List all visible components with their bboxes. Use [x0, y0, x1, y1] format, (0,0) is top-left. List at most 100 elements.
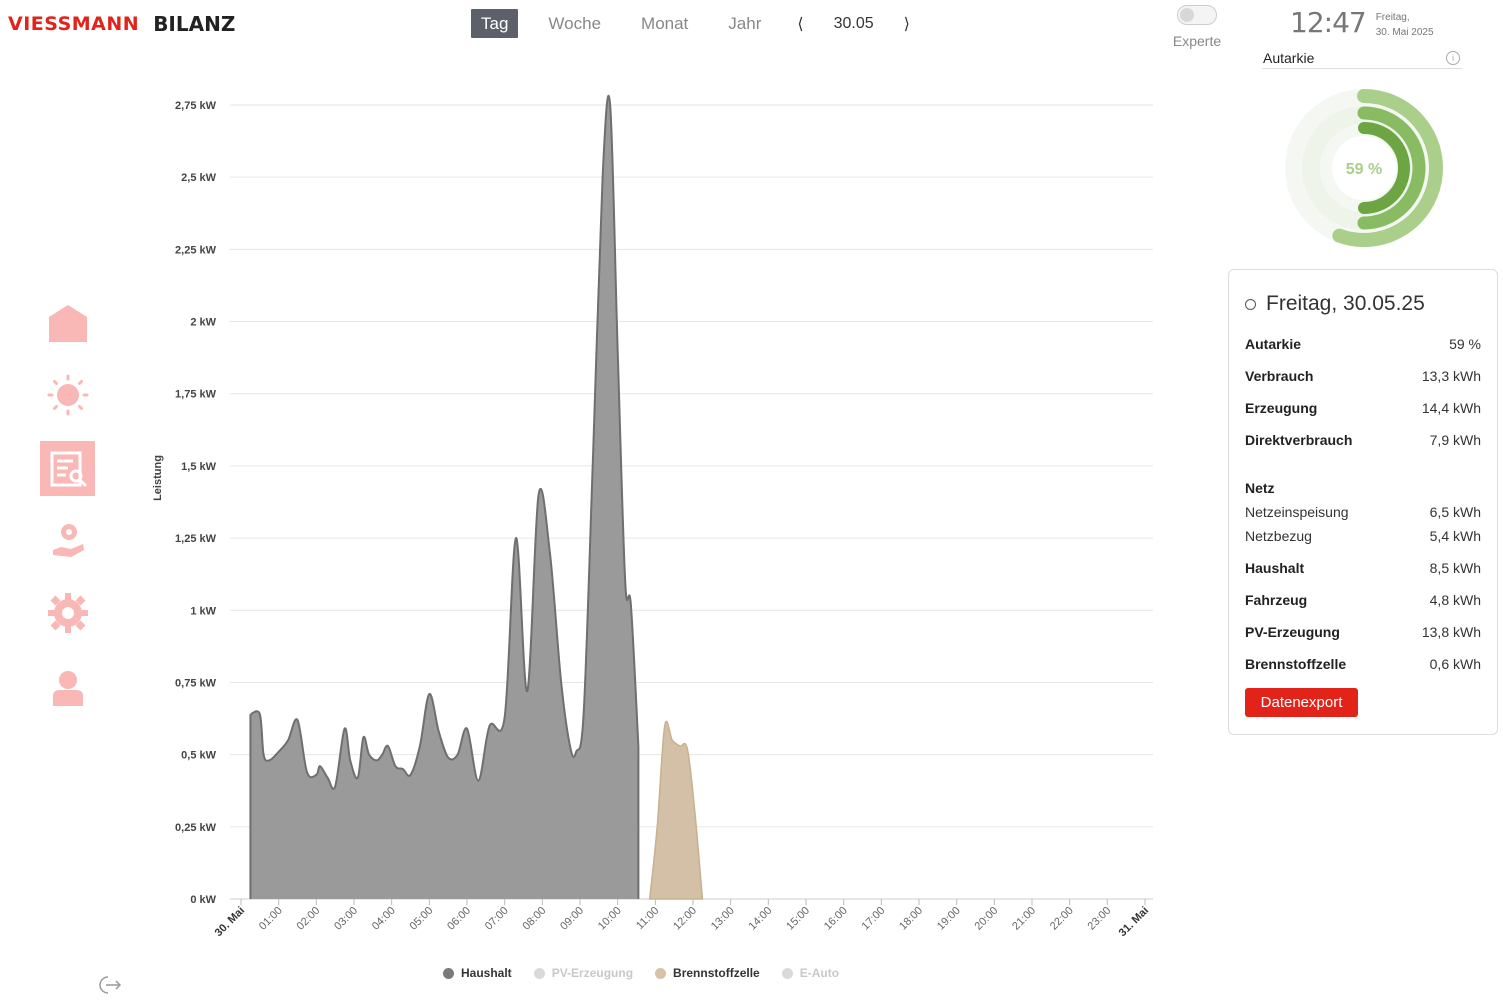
y-tick-label: 2,25 kW [175, 244, 217, 256]
clock: 12:47 Freitag, 30. Mai 2025 [1290, 6, 1434, 40]
x-tick-label: 13:00 [709, 905, 737, 933]
row-key: Direktverbrauch [1245, 432, 1353, 448]
x-tick-label: 10:00 [596, 905, 624, 933]
series-brennstoffzelle-area [648, 720, 704, 900]
legend-label: PV-Erzeugung [551, 966, 634, 980]
row-direktverbrauch: Direktverbrauch 7,9 kWh [1245, 432, 1481, 448]
x-tick-label: 06:00 [445, 905, 473, 933]
x-tick-label: 02:00 [295, 905, 323, 933]
row-fahrzeug: Fahrzeug 4,8 kWh [1245, 592, 1481, 608]
clock-time: 12:47 [1290, 6, 1367, 39]
y-tick-label: 0,75 kW [175, 677, 217, 689]
legend-label: Brennstoffzelle [673, 966, 760, 980]
y-tick-label: 0,5 kW [181, 750, 216, 762]
y-tick-label: 1,5 kW [181, 461, 216, 473]
row-key: Autarkie [1245, 336, 1302, 352]
row-key: PV-Erzeugung [1245, 624, 1340, 640]
x-tick-label: 09:00 [558, 905, 586, 933]
x-tick-label: 31. Mai [1117, 905, 1151, 939]
x-tick-label: 14:00 [747, 905, 775, 933]
x-tick-label: 11:00 [634, 905, 661, 932]
row-value: 6,5 kWh [1429, 504, 1481, 520]
y-tick-label: 0,25 kW [175, 822, 217, 834]
y-axis-ticks: 0 kW 0,25 kW 0,5 kW 0,75 kW 1 kW 1,25 kW 1,5 k… [175, 100, 217, 906]
chart-legend: Haushalt PV-Erzeugung Brennstoffzelle E-Aut… [443, 966, 839, 980]
legend-item-pv-erzeugung[interactable]: PV-Erzeugung [533, 966, 634, 980]
x-tick-label: 12:00 [671, 905, 699, 933]
donut-percent: 59 % [1346, 161, 1382, 178]
row-key: Brennstoffzelle [1245, 656, 1347, 672]
y-tick-label: 2,5 kW [181, 172, 216, 184]
row-value: 5,4 kWh [1429, 528, 1481, 544]
x-tick-label: 21:00 [1010, 905, 1038, 933]
clock-full-date: 30. Mai 2025 [1375, 27, 1434, 38]
card-header: Freitag, 30.05.25 [1245, 292, 1425, 316]
x-tick-label: 30. Mai [213, 905, 247, 939]
summary-card: Freitag, 30.05.25 Autarkie 59 % Verbrauch… [1228, 269, 1498, 735]
clock-day: Freitag, [1375, 12, 1410, 23]
x-tick-label: 15:00 [784, 905, 812, 933]
power-chart: 0 kW 0,25 kW 0,5 kW 0,75 kW 1 kW 1,25 kW 1,5 k… [152, 94, 1153, 939]
row-haushalt: Haushalt 8,5 kWh [1245, 560, 1481, 576]
legend-item-e-auto[interactable]: E-Auto [781, 966, 840, 980]
y-tick-label: 0 kW [190, 894, 216, 906]
autarkie-label: Autarkie [1263, 50, 1315, 66]
y-tick-label: 1 kW [190, 605, 216, 617]
row-erzeugung: Erzeugung 14,4 kWh [1245, 400, 1481, 416]
row-value: 8,5 kWh [1429, 560, 1481, 576]
x-tick-label: 05:00 [408, 905, 436, 933]
y-tick-label: 1,75 kW [175, 389, 217, 401]
autarkie-donut: 59 % [1285, 89, 1443, 247]
legend-item-haushalt[interactable]: Haushalt [443, 966, 512, 980]
row-netz: Netz [1245, 480, 1481, 496]
row-brennstoffzelle: Brennstoffzelle 0,6 kWh [1245, 656, 1481, 672]
x-axis-ticks: 30. Mai 01:00 02:00 03:00 04:00 05:00 06:00 07:… [213, 899, 1151, 939]
card-date: Freitag, 30.05.25 [1266, 292, 1425, 315]
legend-dot [655, 967, 667, 979]
row-key: Netzbezug [1245, 528, 1312, 544]
legend-item-brennstoffzelle[interactable]: Brennstoffzelle [655, 966, 760, 980]
x-tick-label: 20:00 [973, 905, 1001, 933]
row-value: 7,9 kWh [1429, 432, 1481, 448]
x-tick-label: 18:00 [897, 905, 925, 933]
x-tick-label: 07:00 [483, 905, 511, 933]
y-tick-label: 1,25 kW [175, 533, 217, 545]
row-value: 14,4 kWh [1421, 400, 1481, 416]
row-value: 13,8 kWh [1421, 624, 1481, 640]
row-value: 4,8 kWh [1429, 592, 1481, 608]
row-verbrauch: Verbrauch 13,3 kWh [1245, 368, 1481, 384]
clock-icon [1245, 298, 1256, 310]
row-netzeinspeisung: Netzeinspeisung 6,5 kWh [1245, 504, 1481, 520]
x-tick-label: 16:00 [822, 905, 850, 933]
legend-dot [443, 967, 454, 979]
x-tick-label: 17:00 [860, 905, 888, 933]
info-icon[interactable]: i [1446, 51, 1460, 65]
row-netzbezug: Netzbezug 5,4 kWh [1245, 528, 1481, 544]
row-value: 13,3 kWh [1421, 368, 1481, 384]
legend-dot [781, 967, 793, 979]
legend-label: E-Auto [799, 966, 840, 980]
row-key: Verbrauch [1245, 368, 1314, 384]
legend-dot [533, 967, 545, 979]
x-tick-label: 23:00 [1086, 905, 1114, 933]
row-value: 0,6 kWh [1429, 656, 1481, 672]
y-tick-label: 2,75 kW [175, 100, 217, 112]
x-tick-label: 19:00 [935, 905, 963, 933]
row-key: Netz [1245, 480, 1275, 496]
row-key: Netzeinspeisung [1245, 504, 1349, 520]
row-key: Fahrzeug [1245, 592, 1308, 608]
x-tick-label: 08:00 [521, 905, 549, 933]
autarkie-header: Autarkie i [1262, 48, 1462, 69]
series-haushalt-line [250, 94, 640, 790]
datenexport-button[interactable]: Datenexport [1245, 688, 1358, 717]
series-haushalt-area [250, 95, 639, 899]
y-axis-label: Leistung [152, 455, 164, 501]
chart-series [249, 94, 704, 900]
row-pv-erzeugung: PV-Erzeugung 13,8 kWh [1245, 624, 1481, 640]
x-tick-label: 04:00 [370, 905, 398, 933]
x-tick-label: 01:00 [257, 905, 285, 933]
clock-date: Freitag, 30. Mai 2025 [1376, 10, 1434, 40]
x-tick-label: 22:00 [1048, 905, 1076, 933]
legend-label: Haushalt [461, 966, 512, 980]
row-key: Haushalt [1245, 560, 1305, 576]
